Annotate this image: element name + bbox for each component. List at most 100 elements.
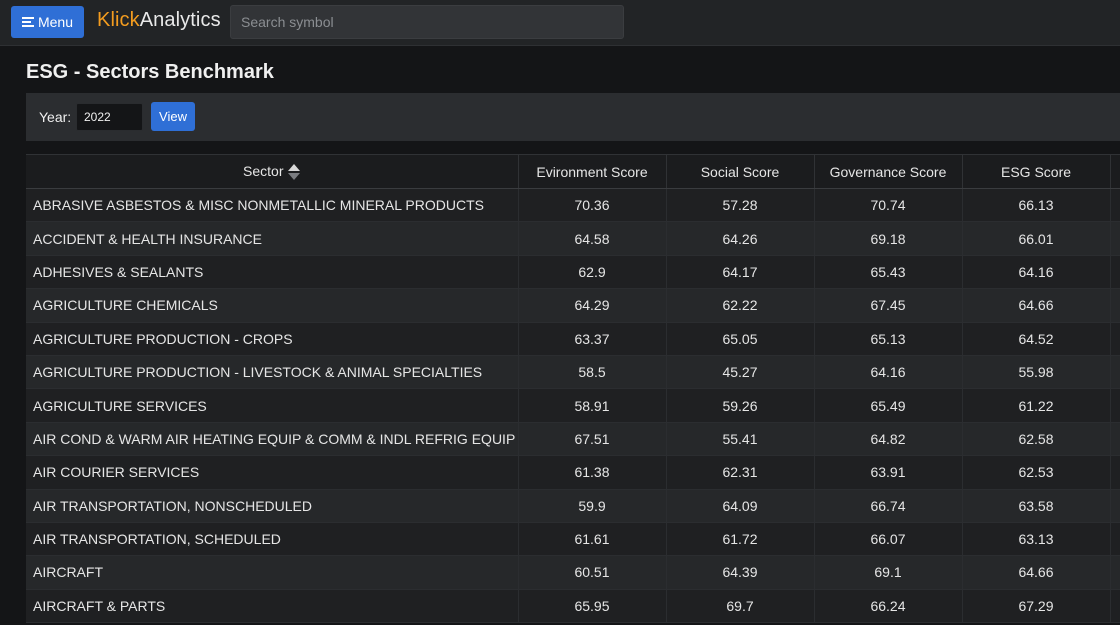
sector-cell: AIRCRAFT (26, 555, 519, 590)
table-row[interactable]: AIR COND & WARM AIR HEATING EQUIP & COMM… (26, 422, 1120, 457)
view-button[interactable]: View (151, 102, 195, 131)
social-score-cell: 64.09 (666, 489, 815, 523)
column-header-governance-score[interactable]: Governance Score (814, 154, 963, 189)
esg-score-cell: 64.16 (962, 255, 1111, 290)
menu-button-label: Menu (37, 14, 74, 30)
esg-score-cell: 62.53 (962, 455, 1111, 490)
environment-score-cell: 70.36 (518, 188, 667, 223)
table-row[interactable]: AIR COURIER SERVICES 61.38 62.31 63.91 62.53 (26, 455, 1120, 490)
esg-score-cell: 63.58 (962, 489, 1111, 523)
table-row[interactable]: AGRICULTURE PRODUCTION - CROPS 63.37 65.05… (26, 322, 1120, 356)
social-score-cell: 45.27 (666, 355, 815, 390)
hamburger-icon (21, 17, 34, 27)
table-row[interactable]: AIR TRANSPORTATION, SCHEDULED 61.61 61.72 6… (26, 522, 1120, 557)
filler-cell (1110, 589, 1120, 624)
brand-name-part2: Analytics (139, 9, 221, 31)
environment-score-cell: 58.91 (518, 388, 667, 423)
governance-score-cell: 64.16 (814, 355, 963, 390)
esg-score-cell: 66.13 (962, 188, 1111, 223)
column-header-social-score[interactable]: Social Score (666, 154, 815, 189)
table-row[interactable]: AGRICULTURE PRODUCTION - LIVESTOCK & ANI… (26, 355, 1120, 390)
environment-score-cell: 67.51 (518, 422, 667, 457)
governance-score-cell: 69.1 (814, 555, 963, 590)
sector-cell: AIR TRANSPORTATION, NONSCHEDULED (26, 489, 519, 523)
esg-score-cell: 61.22 (962, 388, 1111, 423)
governance-score-cell: 63.91 (814, 455, 963, 490)
esg-score-cell: 62.58 (962, 422, 1111, 457)
sector-cell: AIRCRAFT & PARTS (26, 589, 519, 624)
esg-score-cell: 64.66 (962, 288, 1111, 323)
filler-cell (1110, 455, 1120, 490)
sector-cell: ADHESIVES & SEALANTS (26, 255, 519, 290)
governance-score-cell: 70.74 (814, 188, 963, 223)
column-header-esg-score[interactable]: ESG Score (962, 154, 1111, 189)
environment-score-cell: 61.61 (518, 522, 667, 557)
brand-logo[interactable]: KlickAnalytics (97, 9, 221, 32)
page-title: ESG - Sectors Benchmark (26, 61, 274, 83)
top-navbar: Menu KlickAnalytics (0, 0, 1120, 46)
sector-cell: AGRICULTURE CHEMICALS (26, 288, 519, 323)
filler-cell (1110, 489, 1120, 523)
table-row[interactable]: ADHESIVES & SEALANTS 62.9 64.17 65.43 64.16 (26, 255, 1120, 290)
social-score-cell: 69.7 (666, 589, 815, 624)
filler-cell (1110, 422, 1120, 457)
column-header-environment-score[interactable]: Evironment Score (518, 154, 667, 189)
governance-score-cell: 65.43 (814, 255, 963, 290)
sectors-table-container: Sector Evironment Score Social Score Gov… (26, 154, 1120, 625)
table-row[interactable]: AIRCRAFT & PARTS 65.95 69.7 66.24 67.29 (26, 589, 1120, 624)
filler-cell (1110, 555, 1120, 590)
year-input[interactable] (76, 103, 143, 131)
environment-score-cell: 61.38 (518, 455, 667, 490)
table-row[interactable]: ABRASIVE ASBESTOS & MISC NONMETALLIC MIN… (26, 188, 1120, 223)
governance-score-cell: 64.82 (814, 422, 963, 457)
social-score-cell: 65.05 (666, 322, 815, 356)
environment-score-cell: 60.51 (518, 555, 667, 590)
table-body: ABRASIVE ASBESTOS & MISC NONMETALLIC MIN… (26, 188, 1120, 624)
column-header-label: Sector (243, 162, 284, 179)
environment-score-cell: 59.9 (518, 489, 667, 523)
sector-cell: AGRICULTURE SERVICES (26, 388, 519, 423)
filler-cell (1110, 522, 1120, 557)
esg-score-cell: 66.01 (962, 221, 1111, 256)
sector-cell: AIR COURIER SERVICES (26, 455, 519, 490)
social-score-cell: 64.39 (666, 555, 815, 590)
social-score-cell: 64.17 (666, 255, 815, 290)
filler-cell (1110, 355, 1120, 390)
sort-icon[interactable] (288, 164, 301, 181)
filler-cell (1110, 221, 1120, 256)
table-row[interactable]: AGRICULTURE SERVICES 58.91 59.26 65.49 61.22 (26, 388, 1120, 423)
filler-cell (1110, 322, 1120, 356)
table-row[interactable]: AIR TRANSPORTATION, NONSCHEDULED 59.9 64.0… (26, 489, 1120, 523)
environment-score-cell: 58.5 (518, 355, 667, 390)
sector-cell: AIR TRANSPORTATION, SCHEDULED (26, 522, 519, 557)
sectors-table: Sector Evironment Score Social Score Gov… (26, 154, 1120, 624)
esg-score-cell: 55.98 (962, 355, 1111, 390)
filler-cell (1110, 288, 1120, 323)
column-header-sector[interactable]: Sector (26, 154, 519, 189)
social-score-cell: 62.31 (666, 455, 815, 490)
sector-cell: AIR COND & WARM AIR HEATING EQUIP & COMM… (26, 422, 519, 457)
filler-cell (1110, 388, 1120, 423)
menu-button[interactable]: Menu (11, 6, 84, 38)
table-row[interactable]: ACCIDENT & HEALTH INSURANCE 64.58 64.26 69.… (26, 221, 1120, 256)
filter-bar: Year: View (26, 93, 1120, 141)
governance-score-cell: 67.45 (814, 288, 963, 323)
column-header-extra (1110, 154, 1120, 189)
filler-cell (1110, 188, 1120, 223)
social-score-cell: 61.72 (666, 522, 815, 557)
sector-cell: ABRASIVE ASBESTOS & MISC NONMETALLIC MIN… (26, 188, 519, 223)
governance-score-cell: 65.49 (814, 388, 963, 423)
governance-score-cell: 69.18 (814, 221, 963, 256)
sector-cell: ACCIDENT & HEALTH INSURANCE (26, 221, 519, 256)
table-row[interactable]: AGRICULTURE CHEMICALS 64.29 62.22 67.45 64.6… (26, 288, 1120, 323)
esg-score-cell: 64.66 (962, 555, 1111, 590)
environment-score-cell: 64.29 (518, 288, 667, 323)
governance-score-cell: 66.24 (814, 589, 963, 624)
social-score-cell: 55.41 (666, 422, 815, 457)
esg-score-cell: 64.52 (962, 322, 1111, 356)
table-header-row: Sector Evironment Score Social Score Gov… (26, 154, 1120, 189)
governance-score-cell: 66.07 (814, 522, 963, 557)
table-row[interactable]: AIRCRAFT 60.51 64.39 69.1 64.66 (26, 555, 1120, 590)
search-input[interactable] (230, 5, 624, 39)
environment-score-cell: 65.95 (518, 589, 667, 624)
